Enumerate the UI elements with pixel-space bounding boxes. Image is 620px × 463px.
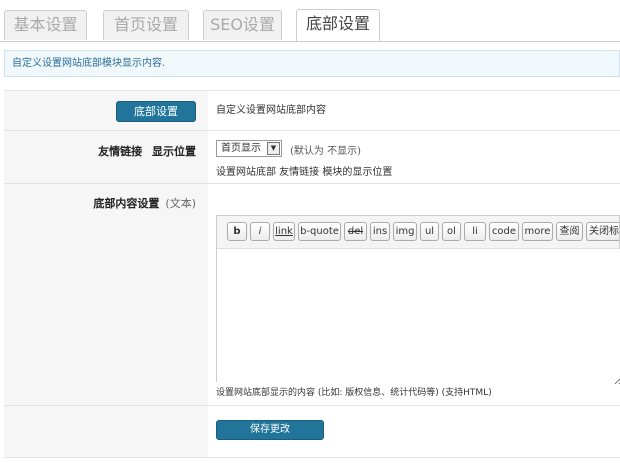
tab-basic-settings[interactable]: 基本设置 xyxy=(4,10,87,40)
row-label-cell: 友情链接 显示位置 xyxy=(4,131,208,184)
row-label-cell xyxy=(4,406,208,457)
blockquote-button[interactable]: b-quote xyxy=(298,222,341,241)
select-value: 首页显示 xyxy=(221,143,261,154)
notice-message: 自定义设置网站底部模块显示内容. xyxy=(4,50,620,77)
content-row: 底部内容设置 (文本) b i link b-quote del ins img … xyxy=(4,183,620,406)
content-label: 底部内容设置 (文本) xyxy=(93,195,196,211)
lookup-button[interactable]: 查阅 xyxy=(556,222,583,241)
links-position-select[interactable]: 首页显示 ▼ xyxy=(216,140,282,157)
save-row: 保存更改 xyxy=(4,405,620,458)
footer-settings-button[interactable]: 底部设置 xyxy=(116,101,196,122)
links-row: 友情链接 显示位置 首页显示 ▼ (默认为 不显示) 设置网站底部 友情链接 模… xyxy=(4,130,620,184)
link-button[interactable]: link xyxy=(273,222,295,241)
chevron-down-icon[interactable]: ▼ xyxy=(267,142,280,155)
save-changes-button[interactable]: 保存更改 xyxy=(216,420,324,440)
tab-home-settings[interactable]: 首页设置 xyxy=(103,10,189,40)
content-label-paren: (文本) xyxy=(165,197,196,210)
links-description: 设置网站底部 友情链接 模块的显示位置 xyxy=(216,167,393,178)
footer-description: 自定义设置网站底部内容 xyxy=(216,105,326,116)
footer-content-textarea[interactable] xyxy=(217,249,620,385)
tab-seo-settings[interactable]: SEO设置 xyxy=(203,10,282,40)
footer-row: 底部设置 自定义设置网站底部内容 xyxy=(4,90,620,131)
ins-button[interactable]: ins xyxy=(370,222,390,241)
del-button[interactable]: del xyxy=(344,222,367,241)
img-button[interactable]: img xyxy=(393,222,417,241)
close-tags-button[interactable]: 关闭标签 xyxy=(586,222,619,241)
settings-form: 底部设置 自定义设置网站底部内容 友情链接 显示位置 首页显示 ▼ (默认为 不… xyxy=(4,90,620,458)
tab-bar: 基本设置 首页设置 SEO设置 底部设置 xyxy=(0,0,620,42)
tab-footer-settings[interactable]: 底部设置 xyxy=(296,9,380,41)
content-description: 设置网站底部显示的内容 (比如: 版权信息、统计代码等) (支持HTML) xyxy=(216,388,492,398)
more-button[interactable]: more xyxy=(522,222,553,241)
row-label-cell: 底部设置 xyxy=(4,91,208,131)
editor-toolbar: b i link b-quote del ins img ul ol li co… xyxy=(217,216,619,249)
italic-button[interactable]: i xyxy=(250,222,270,241)
links-default-hint: (默认为 不显示) xyxy=(290,146,361,157)
content-editor: b i link b-quote del ins img ul ol li co… xyxy=(216,215,620,385)
code-button[interactable]: code xyxy=(489,222,519,241)
ol-button[interactable]: ol xyxy=(442,222,461,241)
li-button[interactable]: li xyxy=(464,222,486,241)
ul-button[interactable]: ul xyxy=(420,222,439,241)
bold-button[interactable]: b xyxy=(227,222,247,241)
content-label-main: 底部内容设置 xyxy=(93,197,160,210)
links-label-main: 友情链接 xyxy=(98,145,143,158)
row-label-cell: 底部内容设置 (文本) xyxy=(4,184,208,406)
links-label: 友情链接 显示位置 xyxy=(98,143,196,159)
links-label-position: 显示位置 xyxy=(152,145,196,158)
